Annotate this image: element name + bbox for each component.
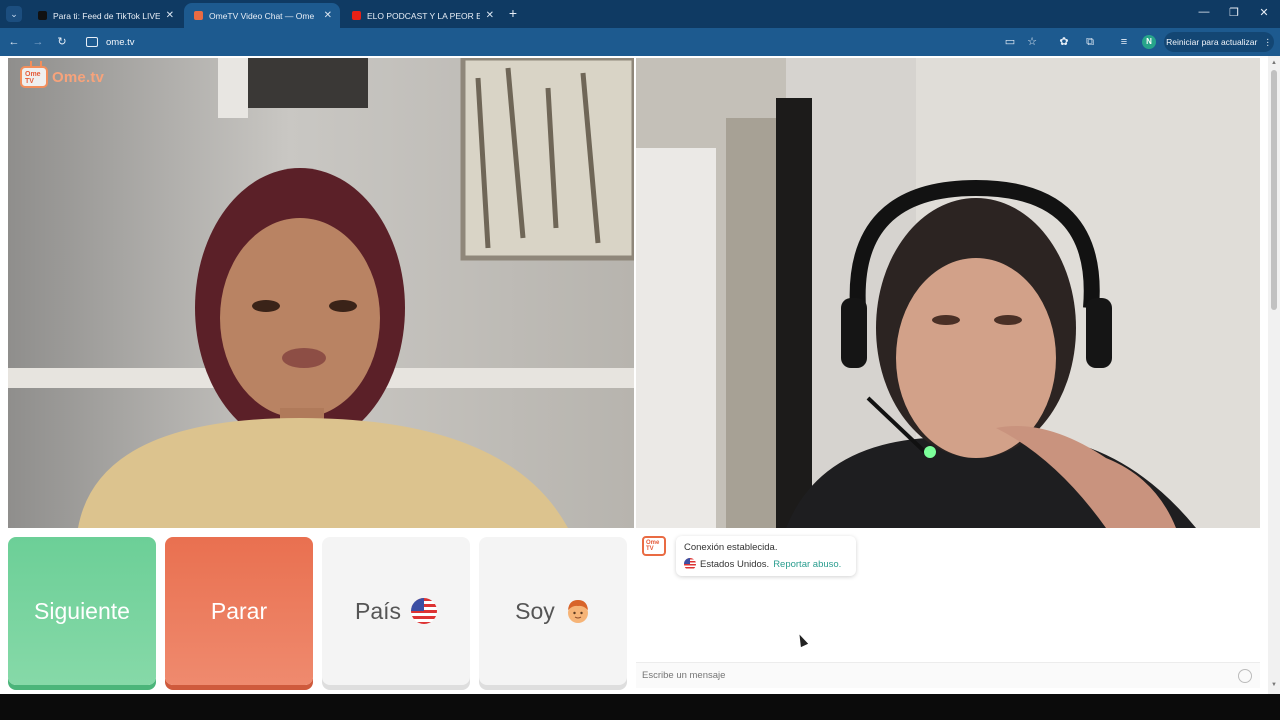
tab-title: ELO PODCAST Y LA PEOR ENTR <box>367 10 480 21</box>
page-content: Ome TV Ome.tv Siguiente Parar País Soy O… <box>0 56 1268 694</box>
partner-video: Ome TV Ome.tv <box>8 58 634 528</box>
close-window-button[interactable]: ✕ <box>1256 6 1272 19</box>
scroll-thumb[interactable] <box>1271 70 1277 310</box>
update-button[interactable]: Reiniciar para actualizar ⋮ <box>1164 32 1274 52</box>
youtube-icon <box>352 11 361 20</box>
tab-tiktok[interactable]: Para ti: Feed de TikTok LIVE ✕ <box>28 3 182 28</box>
partner-video-frame <box>8 58 634 528</box>
country-button[interactable]: País <box>322 537 470 685</box>
ometv-icon <box>194 11 203 20</box>
close-tab-icon[interactable]: ✕ <box>166 10 174 21</box>
close-tab-icon[interactable]: ✕ <box>486 10 494 21</box>
logo-badge-text: Ome TV <box>25 71 41 85</box>
mouse-cursor-icon <box>795 632 809 648</box>
tab-youtube[interactable]: ELO PODCAST Y LA PEOR ENTR ✕ <box>342 3 502 28</box>
scroll-up-icon[interactable]: ▲ <box>1271 60 1277 66</box>
cast-icon[interactable]: ▭ <box>1002 34 1018 50</box>
boy-emoji-icon <box>565 598 591 624</box>
report-abuse-link[interactable]: Reportar abuso. <box>773 559 841 570</box>
address-bar[interactable]: ome.tv <box>80 32 1160 52</box>
tab-search-chevron-icon[interactable]: ⌄ <box>6 6 22 22</box>
us-flag-icon <box>684 558 696 570</box>
url-text: ome.tv <box>106 36 135 48</box>
back-arrow-icon[interactable]: ← <box>6 34 22 50</box>
extensions-puzzle-icon[interactable]: ⧉ <box>1082 34 1098 50</box>
self-video-frame <box>636 58 1260 528</box>
profile-avatar[interactable]: N <box>1142 35 1156 49</box>
kebab-menu-icon: ⋮ <box>1263 36 1272 47</box>
forward-arrow-icon[interactable]: → <box>30 34 46 50</box>
country-label: País <box>354 597 402 624</box>
self-video <box>636 58 1260 528</box>
chat-panel: Ome TV Conexión establecida. Estados Uni… <box>636 530 1260 690</box>
next-button[interactable]: Siguiente <box>8 537 156 685</box>
update-label: Reiniciar para actualizar <box>1166 37 1258 47</box>
bookmark-star-icon[interactable]: ☆ <box>1024 34 1040 50</box>
us-flag-icon <box>411 598 438 624</box>
stop-button[interactable]: Parar <box>165 537 313 685</box>
close-tab-icon[interactable]: ✕ <box>324 10 332 21</box>
tab-strip: ⌄ Para ti: Feed de TikTok LIVE ✕ OmeTV V… <box>0 0 1280 28</box>
extension-icon[interactable]: ✿ <box>1056 34 1072 50</box>
minimize-button[interactable]: — <box>1196 6 1212 18</box>
site-info-icon[interactable] <box>86 37 98 47</box>
tv-logo-icon: Ome TV <box>20 66 48 88</box>
connection-status: Conexión establecida. <box>684 542 778 553</box>
system-message: Conexión establecida. Estados Unidos. Re… <box>676 536 856 576</box>
taskbar-area <box>0 694 1280 720</box>
scroll-down-icon[interactable]: ▼ <box>1271 682 1277 688</box>
tiktok-icon <box>38 11 47 20</box>
next-label: Siguiente <box>34 597 130 624</box>
tab-ometv[interactable]: OmeTV Video Chat — Ome ✕ <box>184 3 340 28</box>
partner-country: Estados Unidos. <box>700 558 770 570</box>
media-controls-icon[interactable]: ≡ <box>1116 34 1132 50</box>
tab-title: Para ti: Feed de TikTok LIVE <box>53 10 160 21</box>
emoji-picker-icon[interactable] <box>1238 669 1252 683</box>
gender-button[interactable]: Soy <box>479 537 627 685</box>
message-input-bar <box>636 662 1260 688</box>
ometv-logo[interactable]: Ome TV Ome.tv <box>20 66 104 88</box>
reload-icon[interactable]: ↻ <box>54 34 70 50</box>
stop-label: Parar <box>210 597 268 624</box>
restore-button[interactable]: ❐ <box>1226 6 1242 19</box>
gender-label: Soy <box>515 597 555 624</box>
ometv-chat-avatar: Ome TV <box>642 536 666 556</box>
new-tab-button[interactable]: + <box>505 5 521 21</box>
logo-text: Ome.tv <box>52 68 105 86</box>
page-scrollbar[interactable]: ▲ ▼ <box>1268 56 1280 694</box>
message-input[interactable] <box>636 663 1216 687</box>
browser-toolbar: ← → ↻ ome.tv ▭ ☆ ✿ ⧉ ≡ N Reiniciar para … <box>0 28 1280 56</box>
tab-title: OmeTV Video Chat — Ome <box>209 10 315 21</box>
